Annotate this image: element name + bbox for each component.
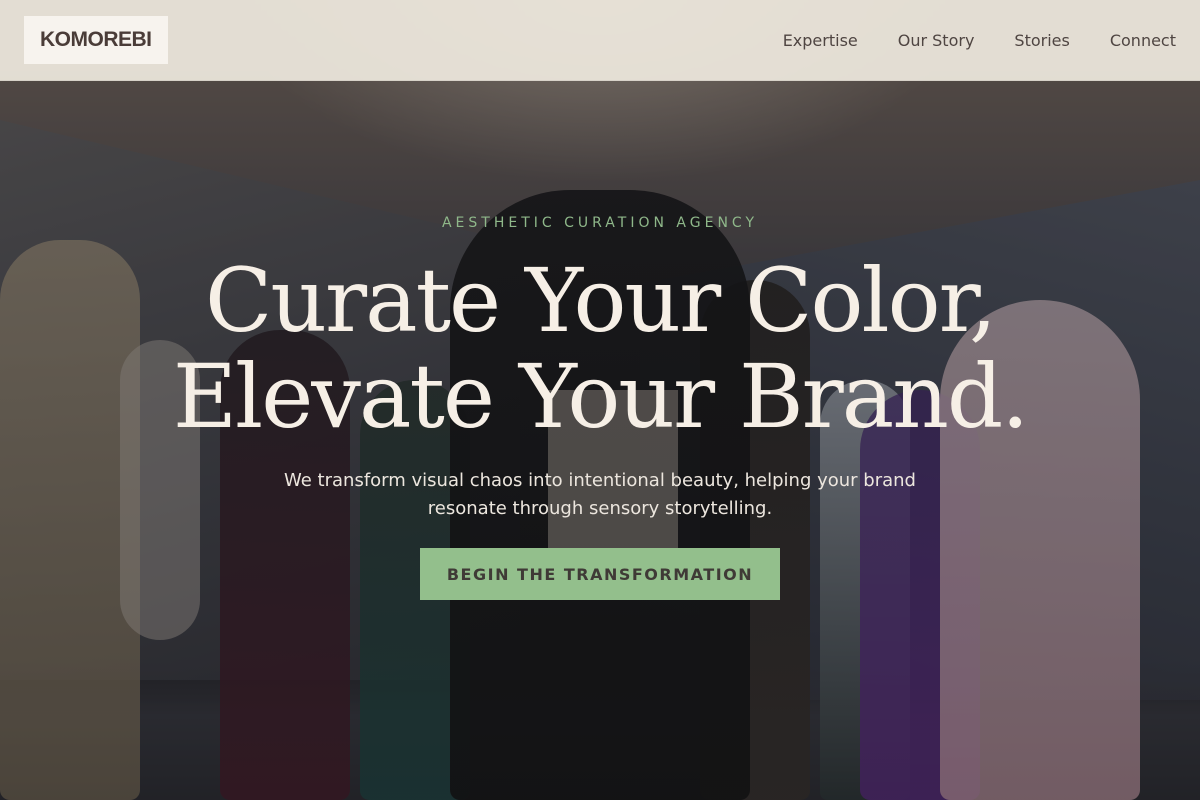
site-header: KOMOREBI Expertise Our Story Stories Con… bbox=[0, 0, 1200, 81]
main-nav: Expertise Our Story Stories Connect bbox=[743, 31, 1176, 50]
hero-headline-line-2: Elevate Your Brand. bbox=[172, 345, 1029, 448]
brand-logo[interactable]: KOMOREBI bbox=[24, 16, 168, 64]
begin-transformation-button[interactable]: BEGIN THE TRANSFORMATION bbox=[420, 548, 780, 600]
hero-headline-line-1: Curate Your Color, bbox=[205, 249, 997, 352]
nav-link-stories[interactable]: Stories bbox=[1014, 31, 1069, 50]
nav-link-expertise[interactable]: Expertise bbox=[783, 31, 858, 50]
hero-subtitle: We transform visual chaos into intention… bbox=[284, 470, 916, 519]
hero-section: AESTHETIC CURATION AGENCY Curate Your Co… bbox=[0, 81, 1200, 800]
nav-link-our-story[interactable]: Our Story bbox=[898, 31, 975, 50]
nav-link-connect[interactable]: Connect bbox=[1110, 31, 1176, 50]
hero-eyebrow: AESTHETIC CURATION AGENCY bbox=[441, 215, 758, 231]
hero-headline: Curate Your Color, Elevate Your Brand. bbox=[0, 253, 1200, 445]
